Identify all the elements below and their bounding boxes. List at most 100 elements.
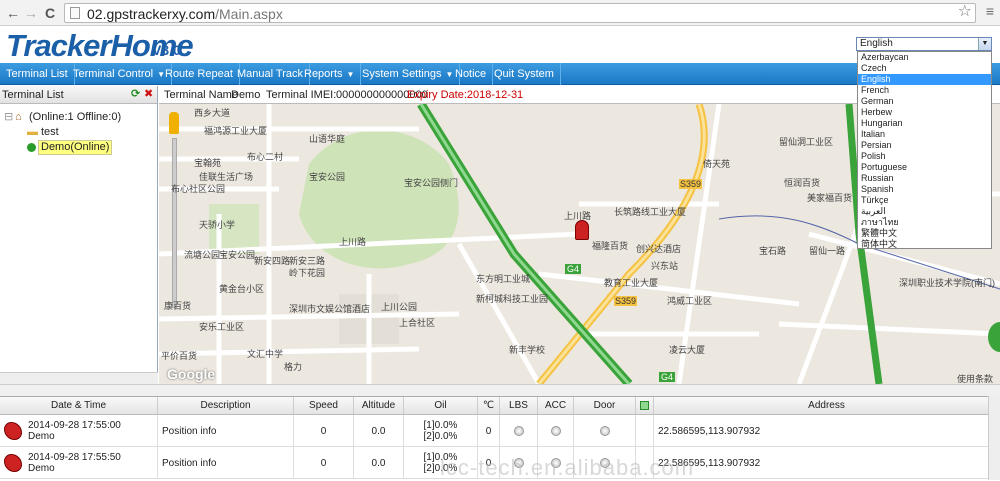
language-option[interactable]: 简体中文 (858, 239, 991, 250)
nav-item-0[interactable]: Terminal List (0, 63, 75, 85)
row-altitude: 0.0 (371, 425, 386, 437)
map-label: 宝安公园侧门 (404, 178, 459, 188)
reload-icon[interactable]: C (45, 4, 55, 22)
tree-device[interactable]: Demo(Online) (38, 140, 113, 155)
nav-item-7[interactable]: Quit System (488, 63, 561, 85)
nav-item-2[interactable]: Route Repeat (159, 63, 240, 85)
acc-status-icon (550, 426, 561, 436)
column-header[interactable]: LBS (500, 397, 538, 414)
map-label: 倚天苑 (703, 159, 731, 169)
cell-temperature: 0 (478, 415, 500, 447)
nav-item-label: System Settings (362, 68, 442, 80)
map-label: 黄金台小区 (219, 284, 265, 294)
language-option[interactable]: German (858, 96, 991, 107)
language-option[interactable]: Polish (858, 151, 991, 162)
home-icon: ⌂ (15, 111, 22, 123)
language-option[interactable]: Persian (858, 140, 991, 151)
column-settings-icon[interactable] (640, 401, 649, 410)
map-label: 留仙洞工业区 (779, 137, 834, 147)
app-header: TrackerHome V3.0 (0, 26, 1000, 63)
address-bar[interactable]: 02.gpstrackerxy.com/Main.aspx (64, 3, 976, 23)
tree-root[interactable]: (Online:1 Offline:0) (29, 111, 121, 124)
language-option[interactable]: Russian (858, 173, 991, 184)
panel-scrollbar[interactable] (0, 372, 158, 384)
vehicle-marker-icon[interactable] (575, 220, 589, 240)
cell-address: 22.586595,113.907932 (654, 447, 1000, 479)
map-label: 宝安公园 (309, 172, 346, 182)
column-header[interactable]: ℃ (478, 397, 500, 414)
column-header[interactable]: ACC (538, 397, 574, 414)
language-option[interactable]: Azerbaycan (858, 52, 991, 63)
language-option[interactable]: Czech (858, 63, 991, 74)
expiry-date: Expiry Date:2018-12-31 (407, 89, 524, 101)
language-option[interactable]: Herbew (858, 107, 991, 118)
online-status-icon (27, 143, 36, 152)
table-scrollbar[interactable] (988, 396, 1000, 480)
close-icon[interactable]: ✖ (144, 89, 155, 100)
app-version: V3.0 (152, 42, 181, 58)
table-row[interactable]: 2014-09-28 17:55:00 Demo Position info 0 0.0… (0, 415, 1000, 447)
cell-altitude: 0.0 (354, 447, 404, 479)
nav-item-5[interactable]: System Settings ▼ (356, 63, 461, 85)
map-label: 留仙一路 (809, 246, 846, 256)
vehicle-icon (4, 422, 22, 440)
language-option[interactable]: العربية (858, 206, 991, 217)
cell-address: 22.586595,113.907932 (654, 415, 1000, 447)
terminal-name-label: Terminal Name (164, 89, 238, 101)
map-label: 山语华庭 (309, 134, 346, 144)
nav-item-label: Notice (455, 68, 487, 80)
map-label: 深圳市文娱公馆酒店 (289, 304, 371, 314)
back-icon[interactable]: ← (6, 4, 20, 22)
nav-item-1[interactable]: Terminal Control ▼ (67, 63, 173, 85)
language-option[interactable]: Hungarian (858, 118, 991, 129)
language-option[interactable]: Spanish (858, 184, 991, 195)
language-option[interactable]: Italian (858, 129, 991, 140)
street-view-pegman-icon[interactable] (169, 112, 179, 134)
refresh-icon[interactable]: ⟳ (131, 89, 142, 100)
row-temperature: 0 (485, 425, 492, 437)
map-label: G4 (659, 372, 676, 382)
column-header[interactable]: Door (574, 397, 636, 414)
nav-item-6[interactable]: Notice (449, 63, 494, 85)
language-option[interactable]: French (858, 85, 991, 96)
zoom-slider[interactable] (172, 138, 177, 308)
column-header[interactable]: Date & Time (0, 397, 158, 414)
row-oil-2: [2]0.0% (423, 431, 458, 442)
tree-collapse-icon[interactable]: ⊟ (4, 111, 13, 124)
map-label: 宝安公园 (219, 250, 256, 260)
language-option[interactable]: ภาษาไทย (858, 217, 991, 228)
map-label: 宝石路 (759, 246, 787, 256)
language-option[interactable]: Portuguese (858, 162, 991, 173)
language-dropdown: Azerbaycan Czech English French German Herbew… (857, 51, 992, 249)
page-icon (70, 7, 80, 19)
column-header[interactable]: Oil (404, 397, 478, 414)
forward-icon[interactable]: → (24, 4, 38, 22)
column-header[interactable]: Description (158, 397, 294, 414)
map-label: 上合社区 (399, 318, 436, 328)
language-option[interactable]: Türkçe (858, 195, 991, 206)
language-select[interactable]: English ▼ (856, 37, 992, 51)
nav-item-4[interactable]: Reports ▼ (298, 63, 362, 85)
column-header[interactable]: Address (654, 397, 1000, 414)
row-time: 2014-09-28 17:55:50 (28, 452, 121, 463)
map-label: 上川路 (339, 237, 367, 247)
terminal-name: Demo (231, 89, 261, 101)
watermark: lcc-tech.en.alibaba.com (440, 455, 695, 480)
language-option[interactable]: 繁體中文 (858, 228, 991, 239)
column-header[interactable]: Altitude (354, 397, 404, 414)
terminal-list-panel: Terminal List ⟳ ✖ ⊟ ⌂ (Online:1 Offline:… (0, 86, 158, 384)
column-header[interactable] (636, 397, 654, 414)
tree-group[interactable]: test (41, 126, 59, 139)
map-label: 布心二村 (247, 152, 284, 162)
language-option[interactable]: English (858, 74, 991, 85)
bookmark-star-icon[interactable]: ☆ (958, 1, 972, 21)
cell-time: 2014-09-28 17:55:00 Demo (0, 415, 158, 447)
column-header[interactable]: Speed (294, 397, 354, 414)
chevron-down-icon[interactable]: ▼ (978, 38, 991, 50)
map-label: 新柯城科技工业园 (476, 294, 549, 304)
browser-toolbar: ← → C 02.gpstrackerxy.com/Main.aspx ☆ ≡ (0, 0, 1000, 26)
map-label: 凌云大厦 (669, 345, 706, 355)
row-speed: 0 (320, 425, 327, 437)
browser-menu-icon[interactable]: ≡ (986, 3, 994, 19)
splitter[interactable] (0, 384, 1000, 396)
